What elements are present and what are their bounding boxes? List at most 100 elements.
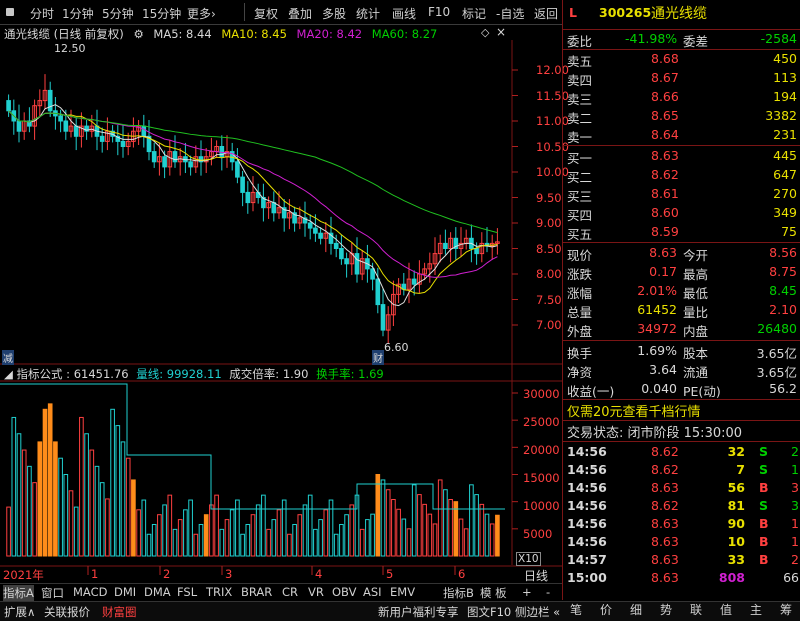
volume-bar xyxy=(6,506,11,557)
volume-bar xyxy=(250,514,256,557)
candle-body xyxy=(235,161,240,178)
quote-side-tab[interactable]: 值 xyxy=(720,601,732,620)
top-toolbar: 分时 1分钟 5分钟 15分钟 更多› 复权 叠加 多股 统计 画线 F10 标… xyxy=(0,0,562,25)
tick-volume: 81 xyxy=(727,498,745,513)
huaxian-button[interactable]: 画线 xyxy=(392,5,416,22)
period-label[interactable]: 日线 xyxy=(524,567,548,584)
menu-square-icon[interactable] xyxy=(6,8,14,16)
tab-fenshi[interactable]: 分时 xyxy=(30,5,54,22)
order-price: 8.66 xyxy=(651,89,679,104)
candle-body xyxy=(411,278,417,285)
collapse-arrow-icon[interactable]: ◢ xyxy=(4,367,13,381)
volume-bar xyxy=(463,528,469,557)
volume-bar xyxy=(318,519,323,557)
indicator-tab[interactable]: ASI xyxy=(363,585,382,599)
tick-volume: 10 xyxy=(727,534,745,549)
volume-bar xyxy=(27,465,32,557)
indicator-tab[interactable]: FSL xyxy=(177,585,197,599)
order-label: 卖四 xyxy=(567,73,593,88)
new-user-benefit[interactable]: 新用户福利专享 xyxy=(378,604,459,620)
stat-row: 涨幅 2.01% 最低 8.45 xyxy=(563,282,800,301)
expand-button[interactable]: 扩展∧ xyxy=(4,604,35,620)
quote-side-tab[interactable]: 势 xyxy=(660,601,672,620)
indicator-tab[interactable]: DMI xyxy=(114,585,136,599)
indicator-tab[interactable]: MACD xyxy=(73,585,107,599)
price-tick: 7.50 xyxy=(536,293,562,307)
jian-tag[interactable]: 减 xyxy=(2,350,14,365)
duogu-button[interactable]: 多股 xyxy=(322,5,346,22)
tick-count: 1 xyxy=(791,534,799,549)
volume-bar xyxy=(474,494,479,557)
time-label: 5 xyxy=(386,567,394,581)
candle-body xyxy=(339,248,344,260)
indicator-tab[interactable]: TRIX xyxy=(206,585,232,599)
biaoji-button[interactable]: 标记 xyxy=(462,5,486,22)
indicator-tab[interactable]: EMV xyxy=(390,585,415,599)
volume-tick: 15000 xyxy=(523,471,560,485)
tab-1min[interactable]: 1分钟 xyxy=(62,5,94,22)
indicator-tab[interactable]: OBV xyxy=(332,585,356,599)
cai-tag[interactable]: 财 xyxy=(372,350,384,365)
stat-value: 8.56 xyxy=(769,245,797,260)
indicator-tab[interactable]: VR xyxy=(308,585,324,599)
quote-side-tab[interactable]: 细 xyxy=(630,601,642,620)
candle-body xyxy=(120,140,126,147)
stock-code: 300265 xyxy=(599,5,652,20)
volume-bar xyxy=(68,490,74,557)
candle-body xyxy=(58,115,63,122)
related-quote-button[interactable]: 关联报价 xyxy=(44,604,90,620)
indicator-tab[interactable]: CR xyxy=(282,585,298,599)
f10-button[interactable]: F10 xyxy=(428,5,450,19)
indicator-tab[interactable]: 指标A xyxy=(3,585,34,601)
back-button[interactable]: 返回 xyxy=(534,5,558,22)
volume-bar xyxy=(58,457,63,557)
candle-body xyxy=(380,304,386,331)
finance-value: 1.69% xyxy=(637,343,677,358)
time-label: 2021年 xyxy=(3,568,44,582)
volume-bar xyxy=(339,523,344,557)
time-label: 3 xyxy=(225,567,233,581)
promo-banner[interactable]: 仅需20元查看千档行情 xyxy=(563,399,800,420)
volume-bar xyxy=(94,465,100,557)
indicator-tab[interactable]: DMA xyxy=(144,585,171,599)
tick-time: 14:56 xyxy=(567,480,607,495)
tab-15min[interactable]: 15分钟 xyxy=(142,5,181,22)
order-price: 8.63 xyxy=(651,148,679,163)
candle-body xyxy=(188,161,193,168)
fuquan-button[interactable]: 复权 xyxy=(254,5,278,22)
zixuan-button[interactable]: -自选 xyxy=(496,5,524,22)
remove-indicator-button[interactable]: - xyxy=(546,585,550,599)
sell-orders: 卖五 8.68 450 卖四 8.67 113 卖三 8.66 194 卖二 8.65 3382 卖一 8… xyxy=(563,49,800,145)
volume-bar xyxy=(125,457,131,557)
stat-value: 34972 xyxy=(637,321,677,336)
quote-side-tab[interactable]: 筹 xyxy=(780,601,792,620)
volume-bar xyxy=(172,528,178,557)
template-tab[interactable]: 模 板 xyxy=(480,585,507,601)
quote-side-tab[interactable]: 主 xyxy=(750,601,762,620)
volume-bar xyxy=(162,504,167,557)
indicator-tab[interactable]: 窗口 xyxy=(41,585,64,601)
time-label: 1 xyxy=(91,567,99,581)
order-price: 8.64 xyxy=(651,127,679,142)
indicator-tab[interactable]: BRAR xyxy=(241,585,272,599)
tab-5min[interactable]: 5分钟 xyxy=(102,5,134,22)
sidebar-toggle[interactable]: 侧边栏 « xyxy=(515,604,560,620)
add-indicator-button[interactable]: + xyxy=(522,585,532,599)
quote-side-tab[interactable]: 笔 xyxy=(570,601,582,620)
diejia-button[interactable]: 叠加 xyxy=(288,5,312,22)
quote-side-tab[interactable]: 联 xyxy=(690,601,702,620)
volume-bar xyxy=(344,514,349,557)
tab-more[interactable]: 更多› xyxy=(187,5,216,22)
volume-bar xyxy=(235,499,240,557)
tick-row: 15:00 8.63 808 66 xyxy=(563,569,800,587)
fortune-circle-button[interactable]: 财富圈 xyxy=(102,604,137,620)
indicator-tab-b[interactable]: 指标B xyxy=(443,585,474,601)
tongji-button[interactable]: 统计 xyxy=(356,5,380,22)
candle-body xyxy=(219,146,225,158)
volume-bar xyxy=(21,449,27,557)
weibi-value: -41.98% xyxy=(625,31,678,46)
f10-graphic-button[interactable]: 图文F10 xyxy=(467,604,511,620)
tick-list: 14:56 8.62 32 S 2 14:56 8.62 7 S 1 14:56 8.63 56 B 3 14… xyxy=(563,441,800,588)
stat-label: 总量 xyxy=(567,305,593,320)
quote-side-tab[interactable]: 价 xyxy=(600,601,612,620)
